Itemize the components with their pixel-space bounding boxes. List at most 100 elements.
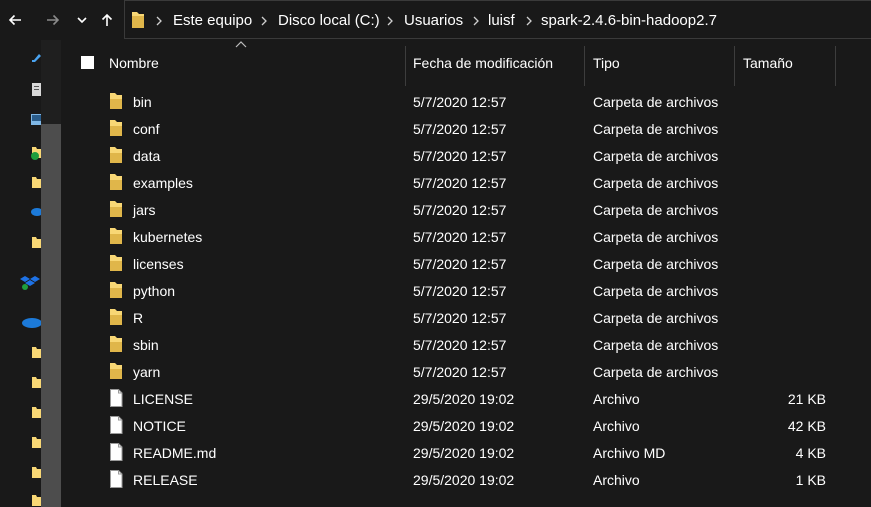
file-row[interactable]: R 5/7/2020 12:57 Carpeta de archivos xyxy=(62,304,871,331)
file-icon xyxy=(108,416,124,434)
arrow-left-icon xyxy=(8,14,21,26)
nav-scrollbar[interactable] xyxy=(41,40,61,507)
file-row[interactable]: yarn 5/7/2020 12:57 Carpeta de archivos xyxy=(62,358,871,385)
file-name: conf xyxy=(133,121,160,137)
folder-icon xyxy=(108,362,124,380)
file-type: Carpeta de archivos xyxy=(593,256,719,272)
file-row[interactable]: jars 5/7/2020 12:57 Carpeta de archivos xyxy=(62,196,871,223)
file-name: sbin xyxy=(133,337,159,353)
column-divider[interactable] xyxy=(405,46,406,86)
file-row[interactable]: RELEASE 29/5/2020 19:02 Archivo 1 KB xyxy=(62,466,871,493)
file-type: Archivo xyxy=(593,472,640,488)
chevron-right-icon xyxy=(526,16,532,26)
arrow-right-icon xyxy=(47,14,60,26)
file-icon xyxy=(108,470,124,488)
forward-button[interactable] xyxy=(41,8,65,32)
column-header-type[interactable]: Tipo xyxy=(593,55,620,71)
file-name: licenses xyxy=(133,256,184,272)
file-date-modified: 29/5/2020 19:02 xyxy=(413,445,515,461)
folder-icon xyxy=(108,335,124,353)
file-name: data xyxy=(133,148,161,164)
breadcrumb-item[interactable]: spark-2.4.6-bin-hadoop2.7 xyxy=(541,12,717,29)
file-row[interactable]: NOTICE 29/5/2020 19:02 Archivo 42 KB xyxy=(62,412,871,439)
file-row[interactable]: sbin 5/7/2020 12:57 Carpeta de archivos xyxy=(62,331,871,358)
dropbox-icon xyxy=(20,276,40,290)
file-date-modified: 5/7/2020 12:57 xyxy=(413,175,507,191)
select-all-checkbox[interactable] xyxy=(81,56,94,69)
file-name: NOTICE xyxy=(133,418,186,434)
file-date-modified: 5/7/2020 12:57 xyxy=(413,121,507,137)
file-type: Carpeta de archivos xyxy=(593,310,719,326)
recent-locations-button[interactable] xyxy=(71,8,93,32)
file-name: RELEASE xyxy=(133,472,198,488)
address-bar[interactable]: Este equipo Disco local (C:) Usuarios lu… xyxy=(124,0,871,39)
file-row[interactable]: data 5/7/2020 12:57 Carpeta de archivos xyxy=(62,142,871,169)
file-type: Carpeta de archivos xyxy=(593,148,719,164)
file-type: Archivo xyxy=(593,391,640,407)
file-name: README.md xyxy=(133,445,217,461)
folder-icon xyxy=(108,254,124,272)
file-icon xyxy=(108,443,124,461)
file-date-modified: 29/5/2020 19:02 xyxy=(413,391,515,407)
breadcrumb-item[interactable]: Este equipo xyxy=(173,12,252,29)
file-row[interactable]: examples 5/7/2020 12:57 Carpeta de archivo… xyxy=(62,169,871,196)
file-row[interactable]: kubernetes 5/7/2020 12:57 Carpeta de archi… xyxy=(62,223,871,250)
arrow-up-icon xyxy=(101,13,113,26)
file-row[interactable]: conf 5/7/2020 12:57 Carpeta de archivos xyxy=(62,115,871,142)
file-name: examples xyxy=(133,175,193,191)
file-size: 21 KB xyxy=(787,391,826,407)
chevron-right-icon xyxy=(387,16,393,26)
sort-ascending-icon xyxy=(235,41,247,48)
column-header: Nombre Fecha de modificación Tipo Tamaño xyxy=(62,40,871,86)
file-row[interactable]: python 5/7/2020 12:57 Carpeta de archivos xyxy=(62,277,871,304)
folder-icon xyxy=(132,12,144,28)
breadcrumb-item[interactable]: luisf xyxy=(488,12,515,29)
folder-icon xyxy=(108,119,124,137)
file-list: bin 5/7/2020 12:57 Carpeta de archivos conf… xyxy=(62,88,871,493)
chevron-right-icon xyxy=(156,16,162,26)
file-date-modified: 5/7/2020 12:57 xyxy=(413,310,507,326)
folder-icon xyxy=(108,173,124,191)
folder-icon xyxy=(108,200,124,218)
file-name: kubernetes xyxy=(133,229,203,245)
breadcrumb-item[interactable]: Usuarios xyxy=(404,12,463,29)
onedrive-icon xyxy=(22,318,42,328)
file-size: 42 KB xyxy=(787,418,826,434)
breadcrumb-item[interactable]: Disco local (C:) xyxy=(278,12,380,29)
column-divider[interactable] xyxy=(835,46,836,86)
nav-scrollbar-thumb[interactable] xyxy=(41,124,61,507)
folder-icon xyxy=(108,146,124,164)
file-name: R xyxy=(133,310,144,326)
file-date-modified: 5/7/2020 12:57 xyxy=(413,148,507,164)
column-divider[interactable] xyxy=(734,46,735,86)
file-date-modified: 29/5/2020 19:02 xyxy=(413,418,515,434)
file-type: Carpeta de archivos xyxy=(593,229,719,245)
column-header-size[interactable]: Tamaño xyxy=(743,55,793,71)
up-button[interactable] xyxy=(95,8,119,32)
file-type: Archivo xyxy=(593,418,640,434)
file-date-modified: 5/7/2020 12:57 xyxy=(413,364,507,380)
back-button[interactable] xyxy=(3,8,27,32)
file-row[interactable]: licenses 5/7/2020 12:57 Carpeta de archivo… xyxy=(62,250,871,277)
file-date-modified: 5/7/2020 12:57 xyxy=(413,256,507,272)
file-row[interactable]: bin 5/7/2020 12:57 Carpeta de archivos xyxy=(62,88,871,115)
file-date-modified: 5/7/2020 12:57 xyxy=(413,94,507,110)
file-name: LICENSE xyxy=(133,391,193,407)
file-type: Carpeta de archivos xyxy=(593,121,719,137)
file-row[interactable]: README.md 29/5/2020 19:02 Archivo MD 4 KB xyxy=(62,439,871,466)
file-size: 4 KB xyxy=(795,445,826,461)
file-name: python xyxy=(133,283,176,299)
file-date-modified: 5/7/2020 12:57 xyxy=(413,283,507,299)
file-type: Archivo MD xyxy=(593,445,666,461)
file-type: Carpeta de archivos xyxy=(593,283,719,299)
column-header-name[interactable]: Nombre xyxy=(109,55,159,71)
column-header-date[interactable]: Fecha de modificación xyxy=(413,55,553,71)
file-icon xyxy=(108,389,124,407)
folder-icon xyxy=(108,92,124,110)
file-type: Carpeta de archivos xyxy=(593,175,719,191)
column-divider[interactable] xyxy=(584,46,585,86)
file-type: Carpeta de archivos xyxy=(593,337,719,353)
file-row[interactable]: LICENSE 29/5/2020 19:02 Archivo 21 KB xyxy=(62,385,871,412)
file-type: Carpeta de archivos xyxy=(593,94,719,110)
file-date-modified: 5/7/2020 12:57 xyxy=(413,337,507,353)
